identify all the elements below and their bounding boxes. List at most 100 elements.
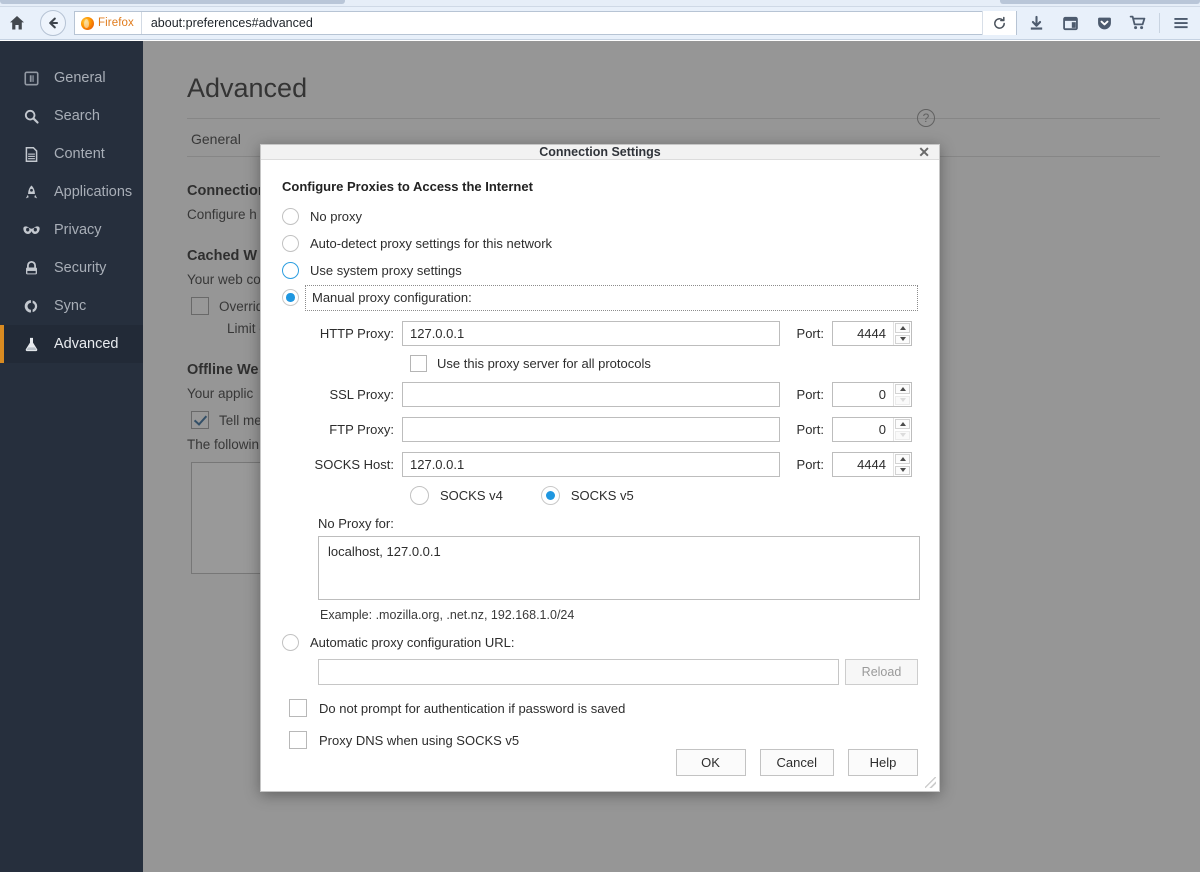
socks-host-input[interactable]: 127.0.0.1 xyxy=(402,452,780,477)
menu-icon[interactable] xyxy=(1164,7,1198,40)
cancel-button[interactable]: Cancel xyxy=(760,749,834,776)
radio-auto-detect[interactable]: Auto-detect proxy settings for this netw… xyxy=(282,230,918,257)
socks-port-spin-buttons[interactable] xyxy=(893,453,911,476)
socks-port-stepper[interactable]: 4444 xyxy=(832,452,912,477)
radio-manual-proxy-label: Manual proxy configuration: xyxy=(312,290,472,305)
spin-down-icon[interactable] xyxy=(895,335,910,345)
sidebar-item-search[interactable]: Search xyxy=(0,97,143,135)
radio-auto-detect-input[interactable] xyxy=(282,235,299,252)
ftp-port-spin-buttons[interactable] xyxy=(893,418,911,441)
radio-system-proxy-input[interactable] xyxy=(282,262,299,279)
sidebar-item-advanced[interactable]: Advanced xyxy=(0,325,143,363)
radio-no-proxy-input[interactable] xyxy=(282,208,299,225)
http-port-stepper[interactable]: 4444 xyxy=(832,321,912,346)
resize-grip-icon[interactable] xyxy=(925,777,936,788)
dialog-body: Configure Proxies to Access the Internet… xyxy=(261,160,939,749)
background-tab[interactable] xyxy=(0,0,345,4)
spin-down-icon xyxy=(895,396,910,406)
advanced-flask-icon xyxy=(22,335,41,354)
radio-system-proxy[interactable]: Use system proxy settings xyxy=(282,257,918,284)
radio-socks-v4-input[interactable] xyxy=(410,486,429,505)
radio-manual-proxy[interactable]: Manual proxy configuration: xyxy=(282,284,918,311)
radio-manual-proxy-input[interactable] xyxy=(282,289,299,306)
radio-auto-config-input[interactable] xyxy=(282,634,299,651)
http-proxy-label: HTTP Proxy: xyxy=(282,326,402,341)
url-text[interactable]: about:preferences#advanced xyxy=(142,16,982,30)
all-protocols-checkbox[interactable] xyxy=(410,355,427,372)
ftp-port-stepper[interactable]: 0 xyxy=(832,417,912,442)
help-button[interactable]: Help xyxy=(848,749,918,776)
ssl-proxy-input[interactable] xyxy=(402,382,780,407)
dialog-footer: OK Cancel Help xyxy=(261,749,939,792)
radio-system-proxy-label: Use system proxy settings xyxy=(310,263,462,278)
proxy-dns-row[interactable]: Proxy DNS when using SOCKS v5 xyxy=(289,731,918,749)
all-protocols-row[interactable]: Use this proxy server for all protocols xyxy=(410,355,918,372)
radio-socks-v5-input[interactable] xyxy=(541,486,560,505)
background-tab[interactable] xyxy=(1000,0,1200,4)
search-icon xyxy=(22,107,41,126)
socks-port-value[interactable]: 4444 xyxy=(833,453,893,476)
library-icon[interactable] xyxy=(1053,7,1087,40)
spin-up-icon[interactable] xyxy=(895,419,910,429)
cart-icon[interactable] xyxy=(1121,7,1155,40)
manual-proxy-focus-ring: Manual proxy configuration: xyxy=(305,285,918,311)
ssl-port-spin-buttons[interactable] xyxy=(893,383,911,406)
sidebar-item-security[interactable]: Security xyxy=(0,249,143,287)
no-proxy-textarea[interactable]: localhost, 127.0.0.1 xyxy=(318,536,920,600)
sidebar-item-privacy[interactable]: Privacy xyxy=(0,211,143,249)
sidebar-item-content[interactable]: Content xyxy=(0,135,143,173)
http-proxy-input[interactable]: 127.0.0.1 xyxy=(402,321,780,346)
identity-label: Firefox xyxy=(98,17,134,29)
spin-down-icon[interactable] xyxy=(895,466,910,476)
sidebar-item-sync[interactable]: Sync xyxy=(0,287,143,325)
download-icon[interactable] xyxy=(1019,7,1053,40)
proxy-dns-label: Proxy DNS when using SOCKS v5 xyxy=(319,733,519,748)
dialog-titlebar: Connection Settings ✕ xyxy=(261,145,939,160)
identity-box[interactable]: Firefox xyxy=(75,12,142,34)
http-proxy-row: HTTP Proxy: 127.0.0.1 Port: 4444 xyxy=(282,321,918,346)
close-icon[interactable]: ✕ xyxy=(918,145,930,159)
pocket-icon[interactable] xyxy=(1087,7,1121,40)
ssl-port-label: Port: xyxy=(780,387,832,402)
ssl-port-value[interactable]: 0 xyxy=(833,383,893,406)
back-button[interactable] xyxy=(40,10,66,36)
connection-settings-dialog: Connection Settings ✕ Configure Proxies … xyxy=(260,144,940,792)
spin-up-icon[interactable] xyxy=(895,454,910,464)
sidebar-item-general[interactable]: General xyxy=(0,59,143,97)
sidebar-item-label: Sync xyxy=(54,298,86,314)
spin-up-icon[interactable] xyxy=(895,384,910,394)
url-bar[interactable]: Firefox about:preferences#advanced xyxy=(74,11,1017,35)
ok-button[interactable]: OK xyxy=(676,749,746,776)
ssl-port-stepper[interactable]: 0 xyxy=(832,382,912,407)
http-port-value[interactable]: 4444 xyxy=(833,322,893,345)
auto-config-url-input[interactable] xyxy=(318,659,839,685)
socks-host-label: SOCKS Host: xyxy=(282,457,402,472)
security-lock-icon xyxy=(22,259,41,278)
proxy-section-heading: Configure Proxies to Access the Internet xyxy=(282,179,918,194)
sidebar-item-applications[interactable]: Applications xyxy=(0,173,143,211)
reload-icon[interactable] xyxy=(982,11,1016,35)
ftp-proxy-label: FTP Proxy: xyxy=(282,422,402,437)
ssl-proxy-row: SSL Proxy: Port: 0 xyxy=(282,382,918,407)
ftp-port-value[interactable]: 0 xyxy=(833,418,893,441)
auto-config-reload-button[interactable]: Reload xyxy=(845,659,918,685)
ftp-proxy-input[interactable] xyxy=(402,417,780,442)
general-icon xyxy=(22,69,41,88)
sidebar-item-label: Privacy xyxy=(54,222,102,238)
proxy-dns-checkbox[interactable] xyxy=(289,731,307,749)
http-port-spin-buttons[interactable] xyxy=(893,322,911,345)
spin-down-icon xyxy=(895,431,910,441)
auto-config-row[interactable]: Automatic proxy configuration URL: xyxy=(282,634,918,651)
spin-up-icon[interactable] xyxy=(895,323,910,333)
no-auth-prompt-checkbox[interactable] xyxy=(289,699,307,717)
ssl-proxy-label: SSL Proxy: xyxy=(282,387,402,402)
sidebar-item-label: Applications xyxy=(54,184,132,200)
socks-port-label: Port: xyxy=(780,457,832,472)
auto-config-input-row: Reload xyxy=(318,659,918,685)
no-auth-prompt-row[interactable]: Do not prompt for authentication if pass… xyxy=(289,699,918,717)
radio-auto-config-label: Automatic proxy configuration URL: xyxy=(310,635,514,650)
privacy-mask-icon xyxy=(22,221,41,240)
radio-no-proxy[interactable]: No proxy xyxy=(282,203,918,230)
no-auth-prompt-label: Do not prompt for authentication if pass… xyxy=(319,701,625,716)
home-icon[interactable] xyxy=(0,7,34,40)
